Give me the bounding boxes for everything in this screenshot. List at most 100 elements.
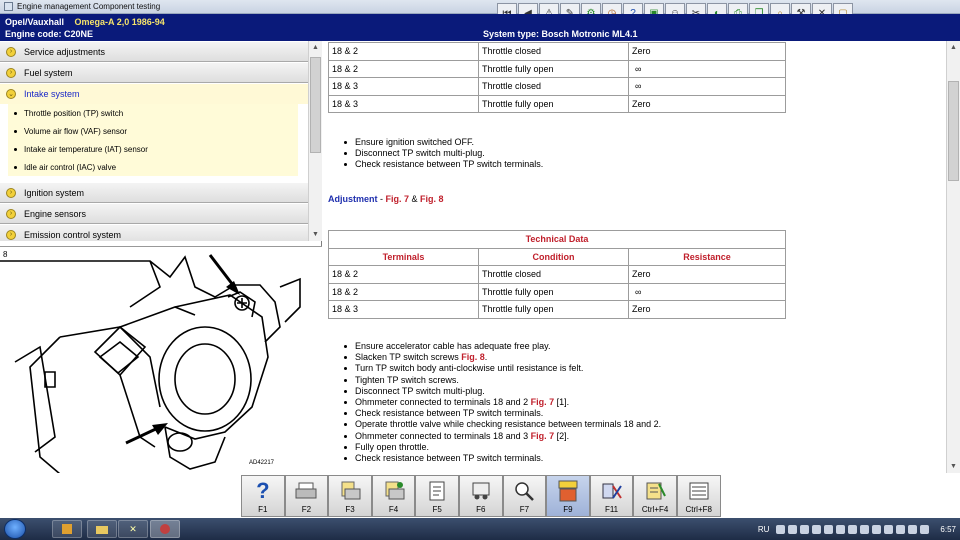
adjustment-label: Adjustment	[328, 194, 378, 204]
scroll-up-icon[interactable]: ▲	[947, 41, 960, 54]
bullet-icon	[344, 152, 347, 156]
f4-button[interactable]: F4	[371, 475, 416, 517]
bullet-icon	[344, 401, 347, 405]
taskbar-media-player[interactable]	[52, 520, 82, 538]
chevron-right-icon: ›	[6, 229, 16, 240]
bullet-icon	[344, 389, 347, 393]
scroll-down-icon[interactable]: ▼	[309, 228, 322, 241]
zoom-icon	[511, 479, 537, 503]
fig7-link[interactable]: Fig. 7	[386, 194, 410, 204]
fkey-label: F2	[301, 505, 312, 514]
bullet-icon	[344, 434, 347, 438]
step-text: Turn TP switch body anti-clockwise until…	[355, 363, 584, 374]
taskbar-app-2[interactable]: ✕	[118, 520, 148, 538]
table-cell: 18 & 3	[328, 77, 479, 96]
fig7-link[interactable]: Fig. 7	[531, 397, 555, 408]
bullet-icon	[344, 378, 347, 382]
menu-item-emission-control[interactable]: › Emission control system	[0, 224, 308, 241]
step-text: Check resistance between TP switch termi…	[355, 159, 544, 170]
list-item: Ohmmeter connected to terminals 18 and 2…	[344, 397, 661, 408]
tray-icon[interactable]	[800, 524, 810, 534]
f7-button[interactable]: F7	[502, 475, 547, 517]
table-cell: ∞	[628, 282, 786, 301]
menu-item-engine-sensors[interactable]: › Engine sensors	[0, 203, 308, 224]
step-text: Slacken TP switch screws	[355, 352, 462, 363]
tray-icon[interactable]	[884, 524, 894, 534]
tray-icon[interactable]	[788, 524, 798, 534]
f1-button[interactable]: ? F1	[241, 475, 285, 517]
f3-button[interactable]: F3	[328, 475, 372, 517]
technical-data-table: Technical Data Terminals Condition Resista…	[328, 230, 786, 319]
tray-icon[interactable]	[836, 524, 846, 534]
menu-item-label: Emission control system	[24, 229, 122, 240]
notepad-icon	[642, 479, 668, 503]
f5-button[interactable]: F5	[415, 475, 459, 517]
menu-item-label: Service adjustments	[24, 46, 106, 57]
fig8-link[interactable]: Fig. 8	[461, 352, 485, 363]
submenu-item-iac-valve[interactable]: Idle air control (IAC) valve	[8, 158, 298, 176]
scroll-thumb[interactable]	[310, 57, 321, 153]
step-text: Fully open throttle.	[355, 441, 430, 452]
network-icon[interactable]	[908, 524, 918, 534]
fkey-label: Ctrl+F8	[685, 505, 712, 514]
taskbar-autodata[interactable]	[150, 520, 180, 538]
volume-icon[interactable]	[920, 524, 930, 534]
content-scroll-track[interactable]: ▲ ▼	[947, 41, 960, 473]
menu-item-intake-system[interactable]: ⌄ Intake system	[0, 83, 308, 104]
adjustment-steps: Ensure accelerator cable has adequate fr…	[344, 341, 661, 464]
bullet-icon	[14, 129, 17, 133]
submenu-item-label: Volume air flow (VAF) sensor	[24, 126, 127, 136]
chevron-right-icon: ›	[6, 208, 16, 219]
fig7-link[interactable]: Fig. 7	[531, 431, 555, 442]
table-cell: ∞	[628, 77, 786, 96]
engine-code: Engine code: C20NE	[5, 29, 94, 39]
bullet-icon	[344, 163, 347, 167]
bullet-icon	[14, 147, 17, 151]
taskbar-explorer[interactable]	[87, 520, 117, 538]
content-scrollbar[interactable]: ▲ ▼	[946, 41, 960, 473]
tray-icon[interactable]	[848, 524, 858, 534]
menu-item-label: Ignition system	[24, 187, 85, 198]
menu-item-service-adjustments[interactable]: › Service adjustments	[0, 41, 308, 62]
check-steps: Ensure ignition switched OFF. Disconnect…	[344, 137, 543, 171]
submenu-item-vaf-sensor[interactable]: Volume air flow (VAF) sensor	[8, 122, 298, 140]
f2-button[interactable]: F2	[284, 475, 329, 517]
battery-icon[interactable]	[896, 524, 906, 534]
tray-icon[interactable]	[872, 524, 882, 534]
menu-item-ignition-system[interactable]: › Ignition system	[0, 182, 308, 203]
list-item: Disconnect TP switch multi-plug.	[344, 386, 661, 397]
media-player-icon	[62, 524, 72, 534]
submenu-item-iat-sensor[interactable]: Intake air temperature (IAT) sensor	[8, 140, 298, 158]
f11-button[interactable]: F11	[589, 475, 634, 517]
table-cell: Zero	[628, 94, 786, 113]
chevron-right-icon: ›	[6, 46, 16, 57]
function-key-bar: ? F1 F2 F3 F4 F5 F6 F7 F9 F11 Ctrl+F4 Ctr…	[0, 473, 960, 518]
step-text: .	[484, 352, 488, 363]
scroll-down-icon[interactable]: ▼	[947, 460, 960, 473]
scroll-up-icon[interactable]: ▲	[309, 41, 322, 54]
menu-item-fuel-system[interactable]: › Fuel system	[0, 62, 308, 83]
adjustment-sep: -	[377, 194, 386, 204]
tray-icon[interactable]	[776, 524, 786, 534]
tray-icon[interactable]	[860, 524, 870, 534]
start-button[interactable]	[4, 519, 26, 539]
f9-button[interactable]: F9	[546, 475, 590, 517]
clock[interactable]: 6:57	[940, 525, 956, 534]
ctrl-f4-button[interactable]: Ctrl+F4	[633, 475, 677, 517]
submenu-item-tp-switch[interactable]: Throttle position (TP) switch	[8, 104, 298, 122]
tray-icon[interactable]	[824, 524, 834, 534]
chevron-right-icon: ›	[6, 187, 16, 198]
figure-code: AD42217	[249, 460, 275, 466]
menu-scrollbar[interactable]: ▲ ▼	[308, 41, 322, 241]
table-row: 18 & 2 Throttle closed Zero	[328, 265, 786, 284]
fig8-link[interactable]: Fig. 8	[420, 194, 444, 204]
step-text: Check resistance between TP switch termi…	[355, 408, 544, 419]
scroll-thumb[interactable]	[948, 81, 959, 181]
f6-button[interactable]: F6	[458, 475, 503, 517]
ctrl-f8-button[interactable]: Ctrl+F8	[676, 475, 721, 517]
language-indicator[interactable]: RU	[758, 525, 770, 534]
figure-panel: 8 AD42217	[0, 246, 322, 474]
system-tray: RU 6:57	[758, 518, 956, 540]
fkey-label: F5	[432, 505, 442, 514]
tray-icon[interactable]	[812, 524, 822, 534]
